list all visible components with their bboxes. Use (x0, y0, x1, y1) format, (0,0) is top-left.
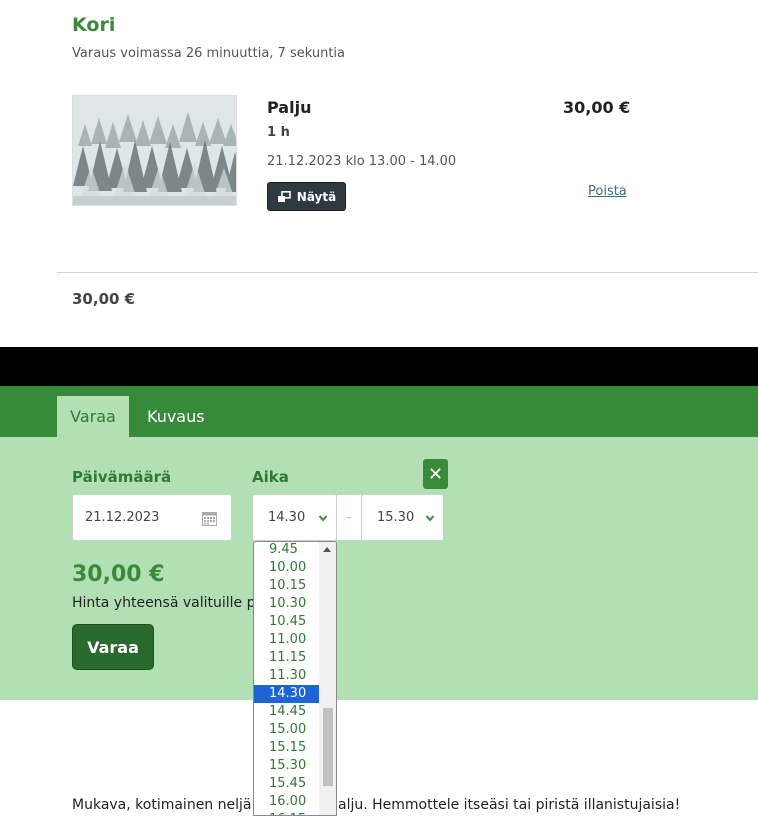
calendar-icon (202, 511, 217, 526)
item-datetime: 21.12.2023 klo 13.00 - 14.00 (267, 154, 457, 169)
description-left: Mukava, kotimainen neljä (72, 797, 252, 813)
description-right: alju. Hemmottele itseäsi tai piristä ill… (338, 797, 681, 813)
time-option[interactable]: 16.00 (254, 793, 320, 811)
item-duration: 1 h (267, 125, 290, 140)
external-window-icon (277, 190, 291, 203)
time-option[interactable]: 11.00 (254, 631, 320, 649)
time-dropdown-list[interactable]: 16.1516.0015.4515.3015.1515.0014.4514.30… (253, 541, 337, 816)
end-time-value: 15.30 (377, 510, 415, 525)
date-value: 21.12.2023 (85, 510, 160, 525)
tab-varaa[interactable]: Varaa (57, 396, 129, 437)
scrollbar-thumb[interactable] (323, 708, 333, 786)
time-option[interactable]: 10.15 (254, 577, 320, 595)
product-image (72, 95, 237, 206)
time-option[interactable]: 10.45 (254, 613, 320, 631)
item-name: Palju (267, 98, 312, 117)
divider (57, 272, 758, 273)
time-option[interactable]: 16.15 (254, 811, 320, 815)
reservation-timer: Varaus voimassa 26 minuuttia, 7 sekuntia (72, 46, 345, 61)
time-option[interactable]: 14.30 (254, 685, 320, 703)
tab-kuvaus[interactable]: Kuvaus (133, 396, 219, 437)
time-option[interactable]: 11.30 (254, 667, 320, 685)
time-option[interactable]: 9.45 (254, 542, 320, 559)
remove-link[interactable]: Poista (588, 184, 627, 199)
time-separator: - (337, 494, 361, 541)
start-time-value: 14.30 (268, 510, 306, 525)
show-button-label: Näytä (296, 189, 337, 204)
cart-title: Kori (72, 14, 116, 36)
chevron-down-icon (318, 512, 328, 522)
time-option[interactable]: 15.45 (254, 775, 320, 793)
dropdown-scrollbar[interactable] (319, 542, 336, 815)
date-input[interactable]: 21.12.2023 (72, 494, 232, 541)
book-button[interactable]: Varaa (72, 624, 154, 670)
price-total: 30,00 € (72, 562, 165, 587)
end-time-select[interactable]: 15.30 (361, 494, 444, 541)
time-option[interactable]: 15.00 (254, 721, 320, 739)
price-note: Hinta yhteensä valituille p (72, 595, 256, 611)
scroll-up-icon[interactable] (323, 547, 331, 552)
time-option[interactable]: 15.15 (254, 739, 320, 757)
time-option[interactable]: 14.45 (254, 703, 320, 721)
item-price: 30,00 € (563, 98, 631, 117)
date-label: Päivämäärä (72, 468, 172, 486)
time-label: Aika (252, 468, 289, 486)
cart-total: 30,00 € (72, 290, 136, 308)
chevron-down-icon (425, 512, 435, 522)
start-time-select[interactable]: 14.30 (252, 494, 337, 541)
time-option[interactable]: 11.15 (254, 649, 320, 667)
tab-bar: Varaa Kuvaus (0, 386, 758, 437)
time-option[interactable]: 15.30 (254, 757, 320, 775)
black-band (0, 347, 758, 386)
show-button[interactable]: Näytä (267, 182, 346, 211)
close-button[interactable]: ✕ (423, 459, 448, 489)
time-option[interactable]: 10.00 (254, 559, 320, 577)
close-icon: ✕ (427, 463, 444, 485)
time-option[interactable]: 10.30 (254, 595, 320, 613)
